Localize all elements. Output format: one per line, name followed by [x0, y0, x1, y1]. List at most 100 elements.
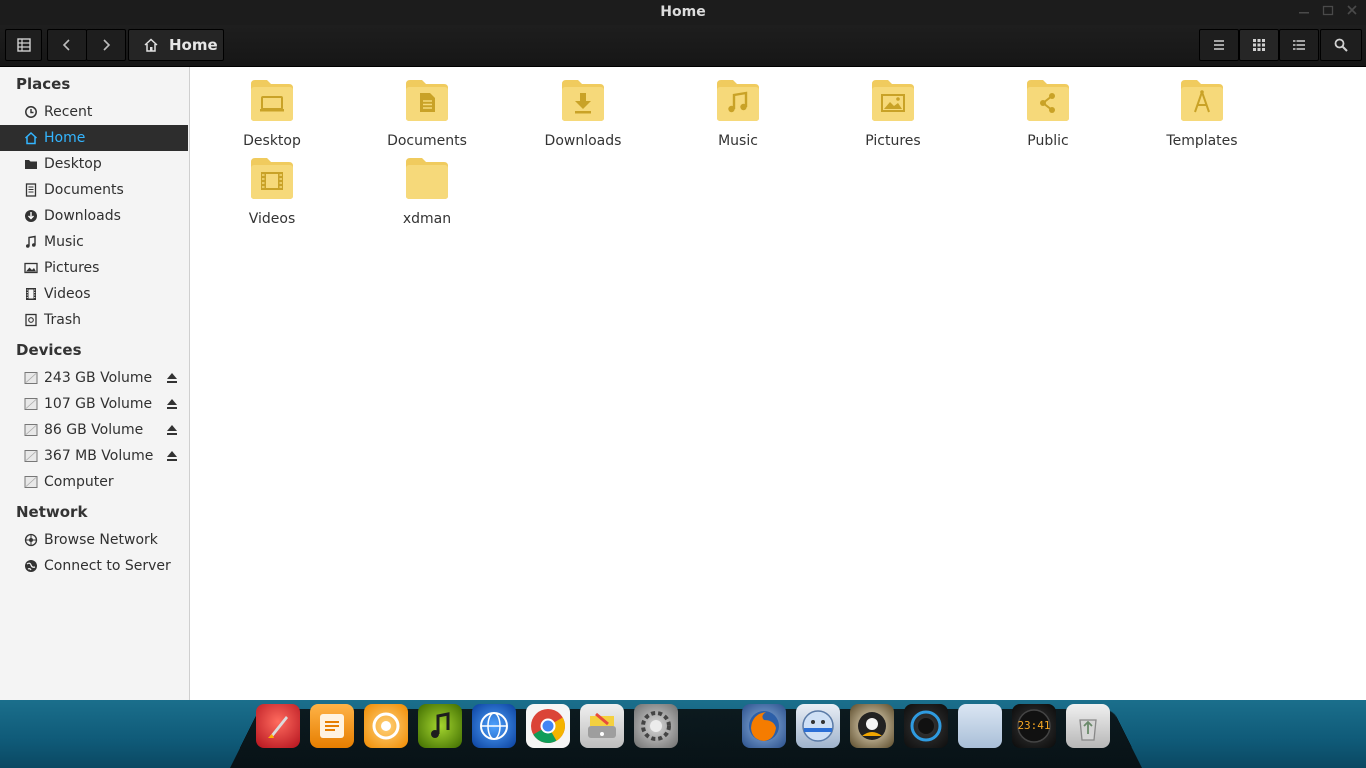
sidebar-toggle-button[interactable]	[5, 29, 42, 61]
chevron-right-icon	[103, 39, 111, 51]
folder-music[interactable]: Music	[678, 78, 798, 149]
sidebar-item-trash[interactable]: Trash	[0, 307, 188, 333]
sidebar-item-documents[interactable]: Documents	[0, 177, 188, 203]
network-icon	[24, 533, 38, 547]
search-button[interactable]	[1320, 29, 1362, 61]
sidebar-item-volume-243gb[interactable]: 243 GB Volume	[0, 365, 188, 391]
sidebar-item-connect-to-server[interactable]: Connect to Server	[0, 553, 188, 579]
desktop-icon	[249, 78, 295, 122]
share-icon	[1025, 78, 1071, 122]
sidebar-item-volume-107gb[interactable]: 107 GB Volume	[0, 391, 188, 417]
document-icon	[404, 78, 450, 122]
maximize-button[interactable]	[1320, 4, 1336, 20]
recent-icon	[24, 105, 38, 119]
forward-button[interactable]	[86, 29, 126, 61]
web-browser-icon[interactable]	[472, 704, 516, 748]
folder-videos[interactable]: Videos	[212, 156, 332, 227]
firefox-icon[interactable]	[742, 704, 786, 748]
sidebar-item-label: 243 GB Volume	[44, 370, 153, 386]
recycle-bin-icon[interactable]	[1066, 704, 1110, 748]
folder-label: Desktop	[243, 133, 301, 149]
blank-app-icon[interactable]	[958, 704, 1002, 748]
breadcrumb-home[interactable]: Home	[128, 29, 224, 61]
list-view-icon	[1214, 40, 1224, 50]
compass-icon	[1179, 78, 1225, 122]
sidebar-item-browse-network[interactable]: Browse Network	[0, 527, 188, 553]
sidebar-item-desktop[interactable]: Desktop	[0, 151, 188, 177]
clock-icon[interactable]: 23:41	[1012, 704, 1056, 748]
sidebar-item-recent[interactable]: Recent	[0, 99, 188, 125]
menu-button[interactable]	[1279, 29, 1319, 61]
sidebar: Places Recent Home Desktop Documents Dow…	[0, 67, 190, 700]
sidebar-item-home[interactable]: Home	[0, 125, 188, 151]
music-note-icon	[715, 78, 761, 122]
folder-public[interactable]: Public	[988, 78, 1108, 149]
picture-icon	[870, 78, 916, 122]
sidebar-item-volume-367mb[interactable]: 367 MB Volume	[0, 443, 188, 469]
folder-label: Documents	[387, 133, 467, 149]
back-button[interactable]	[47, 29, 87, 61]
folder-label: Public	[1027, 133, 1069, 149]
close-icon	[1347, 5, 1357, 15]
eject-icon[interactable]	[166, 449, 178, 463]
file-manager-icon[interactable]	[580, 704, 624, 748]
folder-label: xdman	[402, 211, 452, 227]
close-button[interactable]	[1344, 4, 1360, 20]
music-player-icon[interactable]	[418, 704, 462, 748]
sidebar-item-music[interactable]: Music	[0, 229, 188, 255]
chrome-icon[interactable]	[526, 704, 570, 748]
places-section-title: Places	[16, 75, 71, 93]
download-icon	[560, 78, 606, 122]
sidebar-item-label: Connect to Server	[44, 558, 171, 574]
sidebar-item-downloads[interactable]: Downloads	[0, 203, 188, 229]
sidebar-item-volume-86gb[interactable]: 86 GB Volume	[0, 417, 188, 443]
eject-icon[interactable]	[166, 371, 178, 385]
eject-icon[interactable]	[166, 423, 178, 437]
folder-documents[interactable]: Documents	[367, 78, 487, 149]
grid-menu-icon	[16, 38, 31, 52]
camera-lens-icon[interactable]	[904, 704, 948, 748]
sidebar-item-label: Downloads	[44, 208, 121, 224]
folder-desktop[interactable]: Desktop	[212, 78, 332, 149]
folder-label: Downloads	[544, 133, 622, 149]
launcher-rocket-icon[interactable]	[256, 704, 300, 748]
sidebar-item-label: Documents	[44, 182, 124, 198]
minimize-button[interactable]	[1296, 4, 1312, 20]
sidebar-item-label: Trash	[44, 312, 81, 328]
search-icon	[1334, 38, 1348, 52]
icon-view-icon	[1253, 39, 1265, 51]
folder-label: Templates	[1166, 133, 1238, 149]
window-title: Home	[660, 4, 706, 20]
breadcrumb-label: Home	[169, 36, 218, 54]
sidebar-item-pictures[interactable]: Pictures	[0, 255, 188, 281]
sidebar-item-videos[interactable]: Videos	[0, 281, 188, 307]
sidebar-item-label: Videos	[44, 286, 91, 302]
sidebar-item-computer[interactable]: Computer	[0, 469, 188, 495]
icon-view-button[interactable]	[1239, 29, 1279, 61]
videos-icon	[24, 287, 38, 301]
app-store-icon[interactable]	[310, 704, 354, 748]
chevron-left-icon	[62, 39, 70, 51]
home-icon	[144, 38, 158, 52]
folder-pictures[interactable]: Pictures	[833, 78, 953, 149]
file-view: Desktop Documents Downloads Music Pictur…	[190, 67, 1366, 700]
eject-icon[interactable]	[166, 397, 178, 411]
folder-xdman[interactable]: xdman	[367, 156, 487, 227]
sidebar-item-label: Pictures	[44, 260, 100, 276]
folder-label: Pictures	[865, 133, 921, 149]
folder-templates[interactable]: Templates	[1142, 78, 1262, 149]
drive-icon	[24, 397, 38, 411]
clock-time: 23:41	[1017, 719, 1051, 732]
finder-face-icon[interactable]	[796, 704, 840, 748]
folder-downloads[interactable]: Downloads	[523, 78, 643, 149]
list-view-button[interactable]	[1199, 29, 1239, 61]
title-bar: Home	[0, 0, 1366, 25]
sidebar-item-label: Home	[44, 130, 86, 146]
globe-icon	[24, 559, 38, 573]
sidebar-item-label: Recent	[44, 104, 93, 120]
ubuntu-tweak-icon[interactable]	[364, 704, 408, 748]
settings-gear-icon[interactable]	[634, 704, 678, 748]
toolbar: Home	[0, 25, 1366, 67]
system-monitor-icon[interactable]	[850, 704, 894, 748]
sidebar-item-label: Desktop	[44, 156, 102, 172]
